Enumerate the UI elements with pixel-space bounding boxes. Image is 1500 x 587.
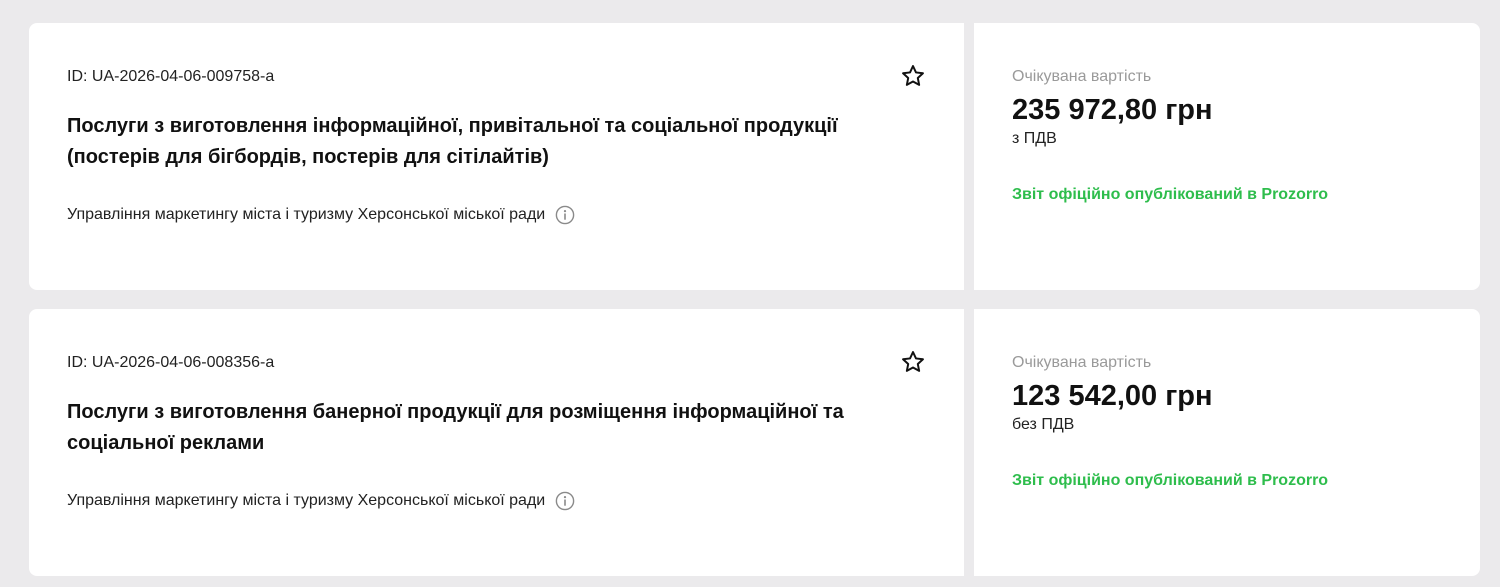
tender-organization: Управління маркетингу міста і туризму Хе… [67, 491, 926, 511]
tender-organization: Управління маркетингу міста і туризму Хе… [67, 205, 926, 225]
info-icon[interactable] [555, 205, 575, 225]
tender-card: ID: UA-2026-04-06-008356-a Послуги з виг… [29, 309, 1480, 576]
info-icon[interactable] [555, 491, 575, 511]
tender-title[interactable]: Послуги з виготовлення банерної продукці… [67, 397, 926, 459]
tender-id: ID: UA-2026-04-06-008356-a [67, 354, 275, 371]
star-outline-icon[interactable] [900, 349, 926, 375]
tender-main-panel[interactable]: ID: UA-2026-04-06-009758-a Послуги з виг… [29, 23, 964, 290]
star-outline-icon[interactable] [900, 63, 926, 89]
tender-card: ID: UA-2026-04-06-009758-a Послуги з виг… [29, 23, 1480, 290]
tender-id: ID: UA-2026-04-06-009758-a [67, 68, 275, 85]
vat-note: з ПДВ [1012, 130, 1057, 147]
tender-value-panel: Очікувана вартість 123 542,00 грн без ПД… [974, 309, 1480, 576]
expected-value-amount: 235 972,80 грн [1012, 94, 1213, 126]
tender-title[interactable]: Послуги з виготовлення інформаційної, пр… [67, 111, 926, 173]
tender-main-panel[interactable]: ID: UA-2026-04-06-008356-a Послуги з виг… [29, 309, 964, 576]
expected-value-label: Очікувана вартість [1012, 354, 1152, 371]
organization-name: Управління маркетингу міста і туризму Хе… [67, 206, 546, 223]
report-status-link[interactable]: Звіт офіційно опублікований в Prozorro [1012, 471, 1442, 491]
organization-name: Управління маркетингу міста і туризму Хе… [67, 492, 546, 509]
tender-list: ID: UA-2026-04-06-009758-a Послуги з виг… [29, 23, 1480, 576]
tender-value-panel: Очікувана вартість 235 972,80 грн з ПДВ … [974, 23, 1480, 290]
expected-value-label: Очікувана вартість [1012, 68, 1152, 85]
vat-note: без ПДВ [1012, 416, 1075, 433]
expected-value-amount: 123 542,00 грн [1012, 380, 1213, 412]
report-status-link[interactable]: Звіт офіційно опублікований в Prozorro [1012, 185, 1442, 205]
